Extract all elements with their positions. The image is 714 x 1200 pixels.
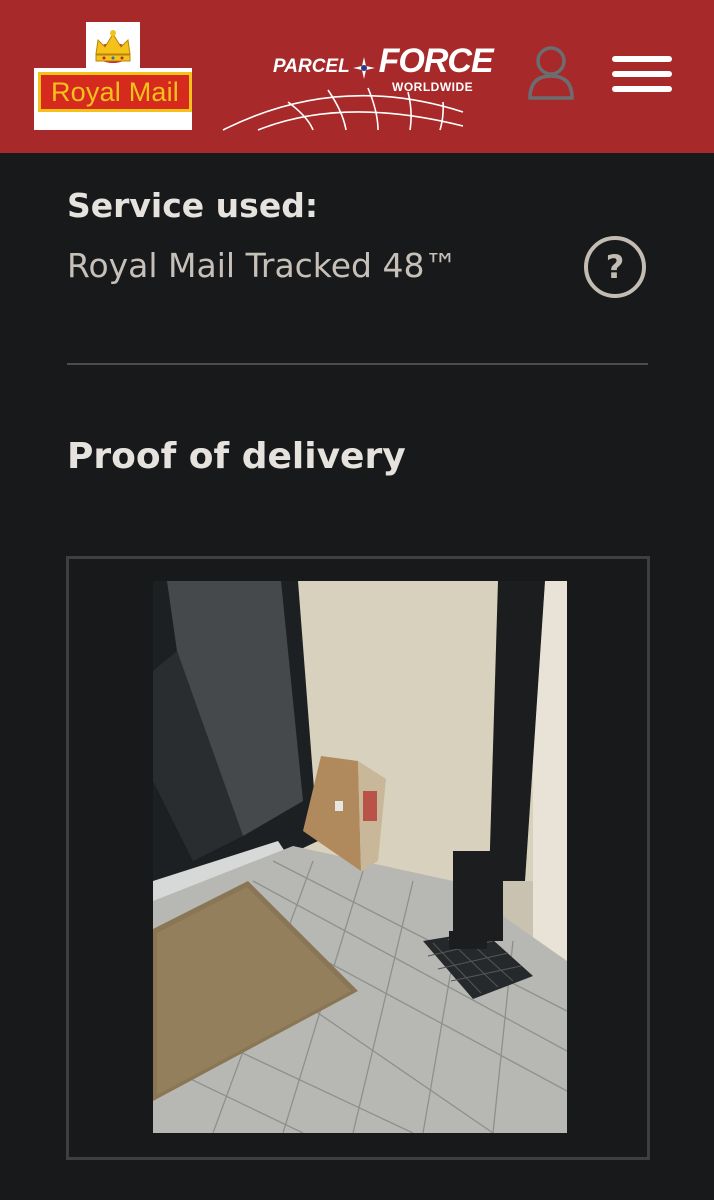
- parcelforce-logo-force: FORCE: [378, 42, 494, 80]
- royal-mail-logo[interactable]: Royal Mail: [34, 22, 192, 130]
- proof-of-delivery-heading: Proof of delivery: [67, 436, 406, 477]
- delivery-photo-image: [153, 581, 567, 1133]
- account-button[interactable]: [526, 44, 576, 100]
- help-button[interactable]: ?: [584, 236, 646, 298]
- user-icon: [528, 46, 574, 100]
- proof-of-delivery-photo[interactable]: [153, 581, 567, 1133]
- service-used-value: Royal Mail Tracked 48™: [67, 246, 458, 285]
- proof-of-delivery-photo-frame: [66, 556, 650, 1160]
- parcelforce-logo-parcel: PARCEL: [273, 56, 350, 77]
- site-header: Royal Mail PARCEL FORCE WORLDWIDE: [0, 0, 714, 153]
- menu-button[interactable]: [612, 54, 674, 94]
- service-used-label: Service used:: [67, 186, 319, 225]
- parcelforce-logo[interactable]: PARCEL FORCE WORLDWIDE: [218, 38, 494, 131]
- crown-icon: [95, 30, 131, 63]
- question-mark-icon: ?: [605, 248, 625, 286]
- hamburger-menu-icon: [612, 56, 672, 62]
- divider: [67, 363, 648, 365]
- star-icon: [353, 56, 376, 79]
- royal-mail-logo-text: Royal Mail: [38, 72, 192, 112]
- globe-icon: [222, 87, 464, 131]
